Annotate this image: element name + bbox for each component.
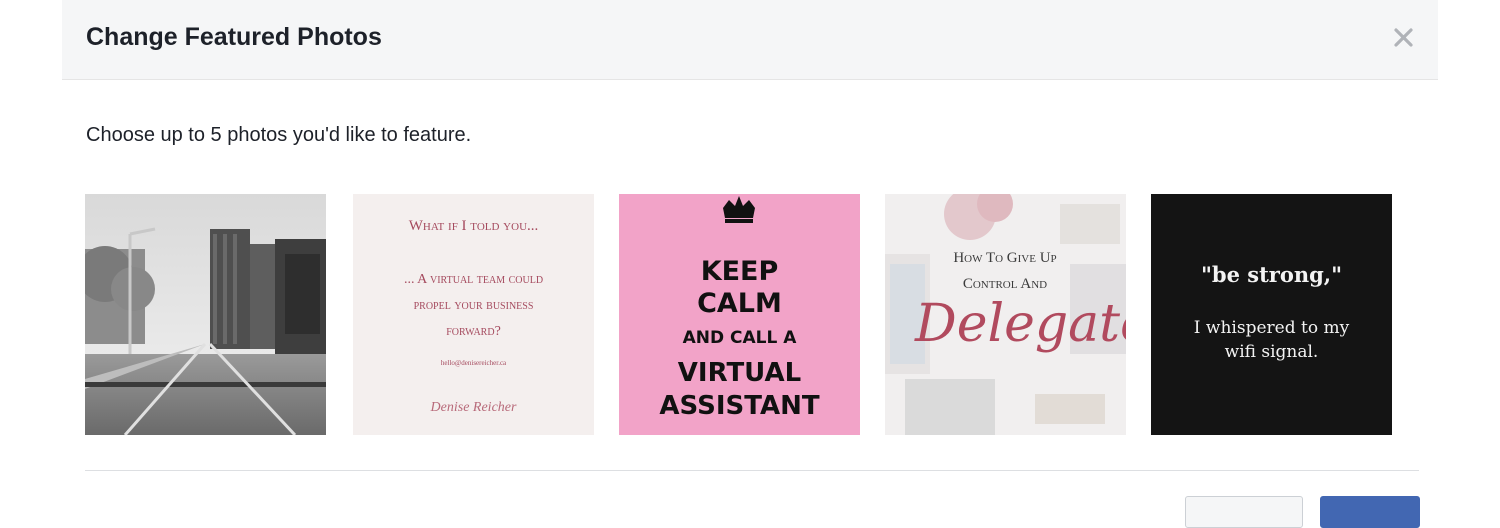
photo-text-line: What if I told you... <box>408 218 539 234</box>
street-photo-image <box>85 194 326 435</box>
dialog-title: Change Featured Photos <box>86 23 382 51</box>
photo-text-line: Delegate <box>915 294 1126 354</box>
photo-text-line: Control And <box>962 276 1048 292</box>
photo-text-line: hello@denisereicher.ca <box>440 359 507 367</box>
signature-logo: Denise Reicher <box>430 400 517 415</box>
close-button[interactable] <box>1390 24 1418 52</box>
delegate-photo[interactable]: How To Give Up Control And Delegate <box>885 194 1126 435</box>
photo-text-line: wifi signal. <box>1224 342 1319 362</box>
save-button[interactable] <box>1320 496 1420 528</box>
close-icon <box>1394 28 1413 47</box>
photo-text-line: ... A virtual team could <box>403 272 544 287</box>
cancel-button[interactable] <box>1185 496 1303 528</box>
photo-text-line: ASSISTANT <box>659 391 820 421</box>
footer-divider <box>85 470 1419 471</box>
dialog-header: Change Featured Photos <box>62 0 1438 80</box>
featured-photos-dialog: Change Featured Photos Choose up to 5 ph… <box>62 0 1438 528</box>
virtual-team-photo[interactable]: What if I told you... ... A virtual team… <box>353 194 594 435</box>
photo-text-line: I whispered to my <box>1193 318 1350 338</box>
keep-calm-photo[interactable]: KEEP CALM AND CALL A VIRTUAL ASSISTANT <box>619 194 860 435</box>
street-photo[interactable] <box>85 194 326 435</box>
photo-text-line: propel your business <box>413 298 534 313</box>
be-strong-photo[interactable]: "be strong," I whispered to my wifi sign… <box>1151 194 1392 435</box>
photo-text-line: How To Give Up <box>953 250 1057 266</box>
instructions-text: Choose up to 5 photos you'd like to feat… <box>86 124 472 146</box>
photo-text-line: CALM <box>697 288 782 319</box>
crown-icon <box>723 196 755 223</box>
photo-text-line: AND CALL A <box>682 328 797 348</box>
photo-text-line: VIRTUAL <box>677 358 802 388</box>
photo-text-line: forward? <box>446 324 501 339</box>
photo-text-line: "be strong," <box>1200 262 1343 287</box>
photo-text-line: KEEP <box>700 256 779 287</box>
